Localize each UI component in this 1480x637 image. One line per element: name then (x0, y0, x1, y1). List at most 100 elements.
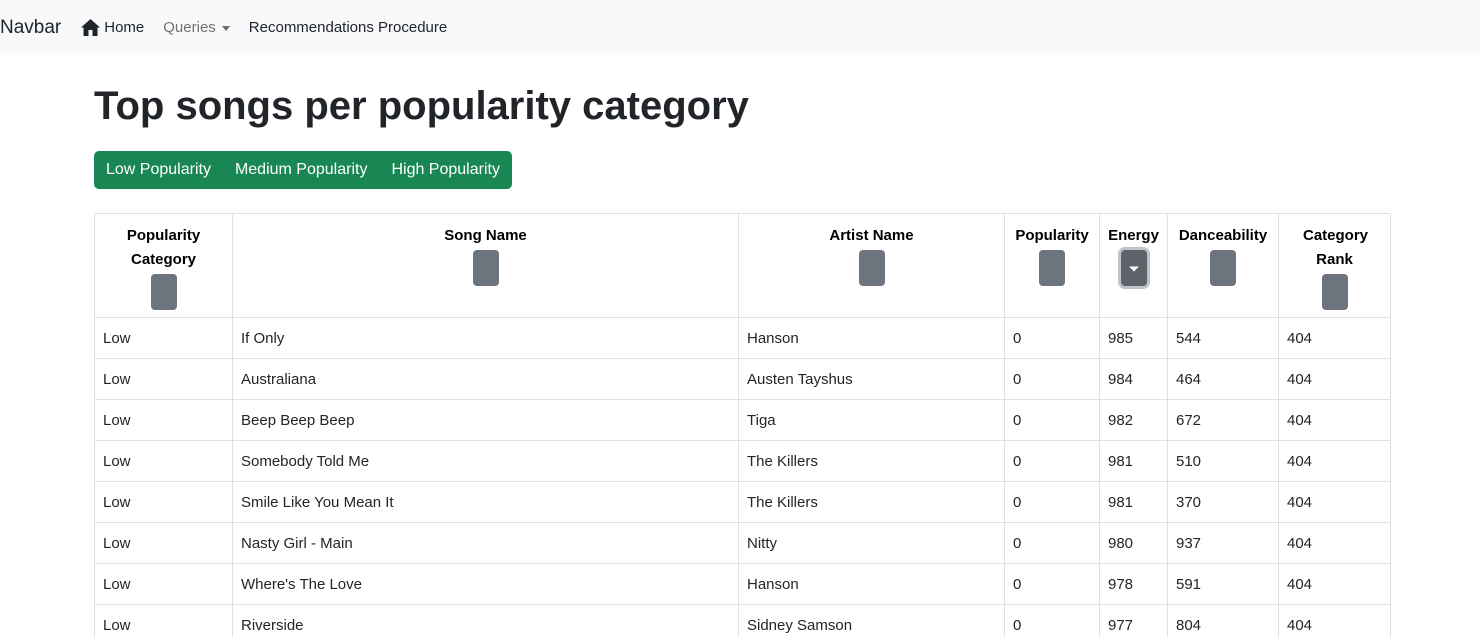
cell-popularity-category: Low (94, 563, 233, 605)
cell-popularity: 0 (1004, 317, 1100, 359)
cell-artist-name: Tiga (738, 399, 1005, 441)
cell-popularity: 0 (1004, 440, 1100, 482)
cell-popularity-category: Low (94, 481, 233, 523)
cell-danceability: 672 (1167, 399, 1279, 441)
songs-table: Popularity Category Song Name Artist Nam… (94, 213, 1391, 637)
cell-category-rank: 404 (1278, 399, 1391, 441)
sort-button-song-name[interactable] (472, 250, 499, 286)
cell-popularity-category: Low (94, 522, 233, 564)
cell-category-rank: 404 (1278, 522, 1391, 564)
cell-artist-name: Austen Tayshus (738, 358, 1005, 400)
cell-danceability: 804 (1167, 604, 1279, 637)
cell-popularity: 0 (1004, 399, 1100, 441)
col-header-artist-name: Artist Name (738, 213, 1005, 318)
cell-danceability: 370 (1167, 481, 1279, 523)
cell-popularity-category: Low (94, 358, 233, 400)
col-header-label: Energy (1108, 227, 1159, 244)
cell-category-rank: 404 (1278, 358, 1391, 400)
cell-energy: 977 (1099, 604, 1168, 637)
chevron-down-icon (221, 25, 230, 31)
cell-popularity: 0 (1004, 604, 1100, 637)
cell-popularity: 0 (1004, 522, 1100, 564)
cell-popularity-category: Low (94, 317, 233, 359)
home-icon (81, 19, 101, 36)
cell-energy: 985 (1099, 317, 1168, 359)
cell-artist-name: Hanson (738, 317, 1005, 359)
nav-queries-dropdown[interactable]: Queries (163, 19, 230, 36)
cell-popularity: 0 (1004, 358, 1100, 400)
col-header-popularity-category: Popularity Category (94, 213, 233, 318)
cell-song-name: Where's The Love (232, 563, 739, 605)
cell-category-rank: 404 (1278, 481, 1391, 523)
col-header-energy: Energy (1099, 213, 1168, 318)
cell-popularity: 0 (1004, 563, 1100, 605)
col-header-category-rank: Category Rank (1278, 213, 1391, 318)
col-header-danceability: Danceability (1167, 213, 1279, 318)
cell-artist-name: Sidney Samson (738, 604, 1005, 637)
nav-home[interactable]: Home (81, 19, 144, 36)
cell-song-name: Australiana (232, 358, 739, 400)
cell-song-name: Beep Beep Beep (232, 399, 739, 441)
cell-danceability: 544 (1167, 317, 1279, 359)
cell-song-name: Somebody Told Me (232, 440, 739, 482)
medium-popularity-button[interactable]: Medium Popularity (223, 151, 380, 189)
sort-button-popularity[interactable] (1039, 250, 1065, 286)
cell-artist-name: The Killers (738, 440, 1005, 482)
cell-song-name: Smile Like You Mean It (232, 481, 739, 523)
cell-category-rank: 404 (1278, 604, 1391, 637)
table-row: Low Beep Beep Beep Tiga 0 982 672 404 (94, 399, 1391, 441)
col-header-label: Category Rank (1303, 227, 1369, 268)
table-row: Low Australiana Austen Tayshus 0 984 464 404 (94, 358, 1391, 400)
cell-popularity-category: Low (94, 604, 233, 637)
col-header-label: Popularity Category (126, 227, 201, 268)
table-row: Low If Only Hanson 0 985 544 404 (94, 317, 1391, 359)
cell-song-name: If Only (232, 317, 739, 359)
sort-button-danceability[interactable] (1210, 250, 1236, 286)
page-title: Top songs per popularity category (94, 84, 749, 128)
table-row: Low Somebody Told Me The Killers 0 981 510 404 (94, 440, 1391, 482)
cell-danceability: 591 (1167, 563, 1279, 605)
sort-button-popularity-category[interactable] (150, 274, 177, 310)
cell-category-rank: 404 (1278, 440, 1391, 482)
table-row: Low Nasty Girl - Main Nitty 0 980 937 404 (94, 522, 1391, 564)
sort-button-category-rank[interactable] (1321, 274, 1348, 310)
col-header-label: Danceability (1178, 227, 1268, 244)
cell-category-rank: 404 (1278, 563, 1391, 605)
cell-artist-name: Hanson (738, 563, 1005, 605)
sort-button-energy[interactable] (1120, 250, 1147, 286)
table-row: Low Riverside Sidney Samson 0 977 804 404 (94, 604, 1391, 637)
cell-danceability: 937 (1167, 522, 1279, 564)
col-header-label: Song Name (444, 227, 527, 244)
table-header-row: Popularity Category Song Name Artist Nam… (94, 213, 1391, 318)
cell-energy: 981 (1099, 440, 1168, 482)
col-header-popularity: Popularity (1004, 213, 1100, 318)
table-row: Low Smile Like You Mean It The Killers 0 981… (94, 481, 1391, 523)
nav-queries-label: Queries (163, 19, 216, 36)
cell-artist-name: Nitty (738, 522, 1005, 564)
col-header-song-name: Song Name (232, 213, 739, 318)
table-row: Low Where's The Love Hanson 0 978 591 404 (94, 563, 1391, 605)
cell-energy: 984 (1099, 358, 1168, 400)
navbar: Navbar Home Queries Recommendations Proc… (0, 0, 1480, 55)
caret-down-icon (1128, 266, 1139, 272)
cell-song-name: Riverside (232, 604, 739, 637)
cell-danceability: 464 (1167, 358, 1279, 400)
cell-popularity-category: Low (94, 399, 233, 441)
nav-recommendations[interactable]: Recommendations Procedure (249, 19, 447, 36)
col-header-label: Artist Name (829, 227, 914, 244)
cell-category-rank: 404 (1278, 317, 1391, 359)
cell-danceability: 510 (1167, 440, 1279, 482)
high-popularity-button[interactable]: High Popularity (379, 151, 512, 189)
cell-energy: 978 (1099, 563, 1168, 605)
cell-energy: 982 (1099, 399, 1168, 441)
col-header-label: Popularity (1015, 227, 1089, 244)
cell-energy: 981 (1099, 481, 1168, 523)
navbar-brand[interactable]: Navbar (0, 0, 61, 55)
sort-button-artist-name[interactable] (858, 250, 885, 286)
cell-popularity-category: Low (94, 440, 233, 482)
cell-artist-name: The Killers (738, 481, 1005, 523)
cell-popularity: 0 (1004, 481, 1100, 523)
cell-song-name: Nasty Girl - Main (232, 522, 739, 564)
low-popularity-button[interactable]: Low Popularity (94, 151, 223, 189)
popularity-filter-group: Low Popularity Medium Popularity High Po… (94, 151, 512, 189)
